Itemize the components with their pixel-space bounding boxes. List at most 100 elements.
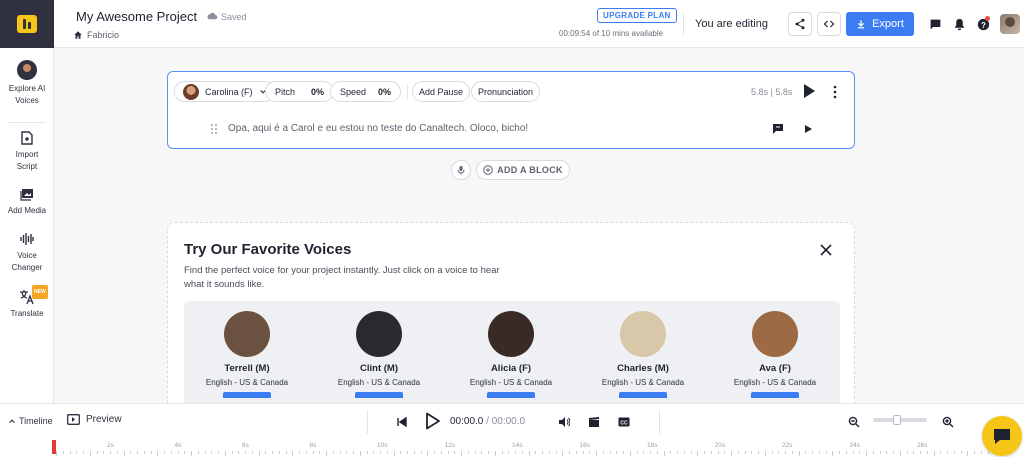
ruler-minor-tick <box>245 451 246 454</box>
drag-handle-icon[interactable] <box>209 123 219 135</box>
ruler-minor-tick <box>447 451 449 454</box>
ruler-minor-tick <box>481 451 483 454</box>
close-icon[interactable] <box>820 244 832 256</box>
ruler-minor-tick <box>879 451 881 454</box>
voice-language: English - US & Canada <box>205 378 289 387</box>
play-button[interactable] <box>425 412 441 430</box>
code-icon <box>823 20 835 28</box>
upgrade-plan-button[interactable]: UPGRADE PLAN <box>597 8 677 23</box>
ruler-minor-tick <box>960 451 962 454</box>
ruler-minor-tick <box>656 451 658 454</box>
user-avatar[interactable] <box>1000 14 1020 34</box>
pitch-control[interactable]: Pitch 0% <box>265 81 335 102</box>
breadcrumb[interactable]: Fabricio <box>73 30 119 40</box>
ruler-minor-tick <box>224 451 226 456</box>
ruler-minor-tick <box>913 451 915 454</box>
chat-button[interactable] <box>982 416 1022 456</box>
timeline-label: Timeline <box>19 416 53 426</box>
ruler-minor-tick <box>650 451 651 454</box>
ruler-minor-tick <box>933 451 935 456</box>
voice-card-charles[interactable]: Charles (M) English - US & Canada <box>588 311 698 398</box>
voice-card-alicia[interactable]: Alicia (F) English - US & Canada <box>456 311 566 398</box>
ruler-minor-tick <box>643 451 645 454</box>
ruler-minor-tick <box>636 451 638 454</box>
favorite-voices-description: Find the perfect voice for your project … <box>184 265 500 290</box>
voice-card-ava[interactable]: Ava (F) English - US & Canada <box>720 311 830 398</box>
ruler-minor-tick <box>758 451 759 454</box>
player-bar: Timeline Preview 00:00.0 / 00:00.0 CC 2s… <box>0 403 1024 457</box>
voice-card-terrell[interactable]: Terrell (M) English - US & Canada <box>192 311 302 398</box>
voices-list: Terrell (M) English - US & Canada Clint … <box>184 301 840 411</box>
captions-icon[interactable]: CC <box>618 416 630 428</box>
export-button[interactable]: Export <box>846 12 914 36</box>
ruler-minor-tick <box>798 451 800 456</box>
ruler-minor-tick <box>866 451 867 456</box>
pitch-value: 0% <box>311 86 325 97</box>
voice-play-button[interactable] <box>751 392 799 398</box>
editing-status: You are editing <box>695 18 768 30</box>
ruler-minor-tick <box>461 451 462 456</box>
ruler-minor-tick <box>265 451 267 454</box>
zoom-slider-thumb[interactable] <box>893 415 901 425</box>
comment-block-icon[interactable] <box>772 123 784 135</box>
add-block-button[interactable]: ADD A BLOCK <box>476 160 570 180</box>
sidebar-item-import-script[interactable]: Import Script <box>0 130 54 173</box>
ruler-tick-label: 12s <box>444 442 455 449</box>
ruler-minor-tick <box>623 451 624 454</box>
ruler-minor-tick <box>299 451 300 454</box>
voice-name: Charles (M) <box>617 363 669 374</box>
ruler-minor-tick <box>96 451 98 454</box>
sidebar-item-explore-voices[interactable]: Explore AI Voices <box>0 60 54 107</box>
ruler-minor-tick <box>494 451 496 456</box>
clapperboard-icon[interactable] <box>588 416 600 428</box>
voice-play-button[interactable] <box>487 392 535 398</box>
notifications-button[interactable] <box>952 17 966 31</box>
app-logo[interactable] <box>0 0 54 48</box>
voice-card-clint[interactable]: Clint (M) English - US & Canada <box>324 311 434 398</box>
play-icon[interactable] <box>802 123 814 135</box>
pronunciation-button[interactable]: Pronunciation <box>471 81 541 102</box>
add-block-label: ADD A BLOCK <box>497 165 563 175</box>
ruler-minor-tick <box>69 451 71 454</box>
share-button[interactable] <box>788 12 812 36</box>
script-block[interactable]: Carolina (F) Pitch 0% Speed 0% Add Pause… <box>167 71 855 149</box>
voice-selector[interactable]: Carolina (F) <box>174 81 276 102</box>
speed-control[interactable]: Speed 0% <box>330 81 402 102</box>
sidebar-item-translate[interactable]: NEW Translate <box>0 285 54 320</box>
ruler-minor-tick <box>751 451 753 454</box>
sidebar-item-voice-changer[interactable]: Voice Changer <box>0 231 54 274</box>
project-title[interactable]: My Awesome Project <box>76 9 197 24</box>
zoom-out-icon[interactable] <box>848 416 860 428</box>
ruler-minor-tick <box>305 451 307 454</box>
ruler-minor-tick <box>380 451 381 454</box>
sidebar-item-add-media[interactable]: Add Media <box>0 186 54 217</box>
block-text[interactable]: Opa, aqui é a Carol e eu estou no teste … <box>228 123 528 134</box>
timeline-toggle[interactable]: Timeline <box>8 416 53 426</box>
skip-back-icon[interactable] <box>396 416 408 428</box>
playhead[interactable] <box>52 440 56 454</box>
preview-button[interactable]: Preview <box>67 414 122 425</box>
ruler-minor-tick <box>818 451 820 454</box>
ruler-minor-tick <box>764 451 766 456</box>
ruler-minor-tick <box>515 451 516 454</box>
voice-play-button[interactable] <box>355 392 403 398</box>
add-pause-button[interactable]: Add Pause <box>412 81 471 102</box>
comments-button[interactable] <box>928 17 942 31</box>
ruler-minor-tick <box>76 451 78 454</box>
ruler-minor-tick <box>474 451 476 454</box>
ruler-minor-tick <box>346 451 348 454</box>
record-button[interactable] <box>451 160 471 180</box>
ruler-minor-tick <box>373 451 375 454</box>
volume-icon[interactable] <box>558 416 570 428</box>
ruler-minor-tick <box>859 451 861 454</box>
voice-play-button[interactable] <box>223 392 271 398</box>
ruler-minor-tick <box>926 451 928 454</box>
zoom-in-icon[interactable] <box>942 416 954 428</box>
embed-button[interactable] <box>817 12 841 36</box>
voice-play-button[interactable] <box>619 392 667 398</box>
play-block-button[interactable] <box>802 83 816 99</box>
timeline-ruler[interactable]: 2s 4s 6s 8s 10s 12s 14s 16s 18s 20s 22s 24s 26s <box>54 439 996 457</box>
more-options-icon[interactable] <box>832 85 838 99</box>
ruler-minor-tick <box>434 451 435 454</box>
notification-badge <box>985 16 990 21</box>
